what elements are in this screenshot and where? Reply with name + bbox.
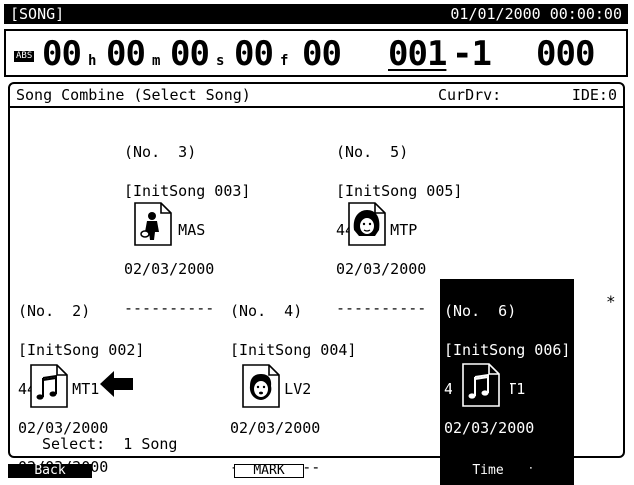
counter-seconds-unit: s bbox=[216, 53, 225, 69]
song-date: 02/03/2000 bbox=[444, 419, 535, 437]
counter-seconds: 00 bbox=[170, 34, 210, 74]
status-bar: [SONG] 01/01/2000 00:00:00 bbox=[4, 4, 628, 24]
counter-hours-unit: h bbox=[88, 53, 97, 69]
selected-mark: * bbox=[606, 292, 616, 311]
current-drive-label: CurDrv: bbox=[438, 86, 502, 104]
selected-icon-highlight[interactable] bbox=[452, 357, 510, 413]
song-name: [InitSong 002] bbox=[18, 341, 145, 359]
song-date: 02/03/2000 bbox=[230, 419, 321, 437]
song-name: [InitSong 004] bbox=[230, 341, 357, 359]
song-date: 02/03/2000 bbox=[336, 260, 427, 278]
song-name: [InitSong 003] bbox=[124, 182, 251, 200]
counter-frames: 00 bbox=[234, 34, 274, 74]
arrow-left-icon bbox=[100, 371, 134, 401]
song-number: (No. 6) bbox=[444, 302, 517, 320]
select-label: Select: bbox=[42, 435, 106, 453]
back-softkey[interactable]: Back bbox=[8, 464, 92, 478]
counter-tick: 000 bbox=[536, 34, 595, 74]
screen-title: Song Combine (Select Song) bbox=[16, 86, 251, 104]
time-softkey[interactable]: Time bbox=[446, 464, 530, 478]
date-time: 01/01/2000 00:00:00 bbox=[450, 5, 622, 23]
guitar-player-song-icon[interactable] bbox=[134, 202, 172, 246]
music-note-song-icon[interactable] bbox=[30, 364, 68, 408]
song-date: 02/03/2000 bbox=[124, 260, 215, 278]
singer-face-song-icon[interactable] bbox=[242, 364, 280, 408]
song-date: 02/03/2000 bbox=[18, 419, 109, 437]
mode-label: [SONG] bbox=[10, 5, 65, 23]
counter-beat: -1 bbox=[452, 34, 492, 74]
music-note-song-icon bbox=[462, 363, 500, 407]
counter-minutes-unit: m bbox=[152, 53, 161, 69]
counter-measure: 001 bbox=[388, 34, 447, 74]
counter-frames-unit: f bbox=[280, 53, 289, 69]
song-number: (No. 2) bbox=[18, 302, 91, 320]
selection-status: Select: 1 Song bbox=[42, 436, 177, 452]
song-number: (No. 4) bbox=[230, 302, 303, 320]
panel-header: Song Combine (Select Song) CurDrv: IDE:0 bbox=[10, 84, 623, 108]
counter-subframe: 00 bbox=[302, 34, 342, 74]
time-counter: ABS 00 h 00 m 00 s 00 f 00 001 -1 000 bbox=[4, 29, 628, 77]
song-combine-panel: Song Combine (Select Song) CurDrv: IDE:0… bbox=[8, 82, 625, 485]
abs-badge: ABS bbox=[14, 51, 35, 62]
counter-minutes: 00 bbox=[106, 34, 146, 74]
song-number: (No. 3) bbox=[124, 143, 197, 161]
song-number: (No. 5) bbox=[336, 143, 409, 161]
face-song-icon[interactable] bbox=[348, 202, 386, 246]
counter-hours: 00 bbox=[42, 34, 82, 74]
mark-softkey[interactable]: MARK bbox=[234, 464, 304, 478]
song-name: [InitSong 005] bbox=[336, 182, 463, 200]
current-drive-value: IDE:0 bbox=[571, 86, 617, 104]
song-name: [InitSong 006] bbox=[444, 341, 571, 359]
select-count: 1 Song bbox=[123, 435, 178, 453]
